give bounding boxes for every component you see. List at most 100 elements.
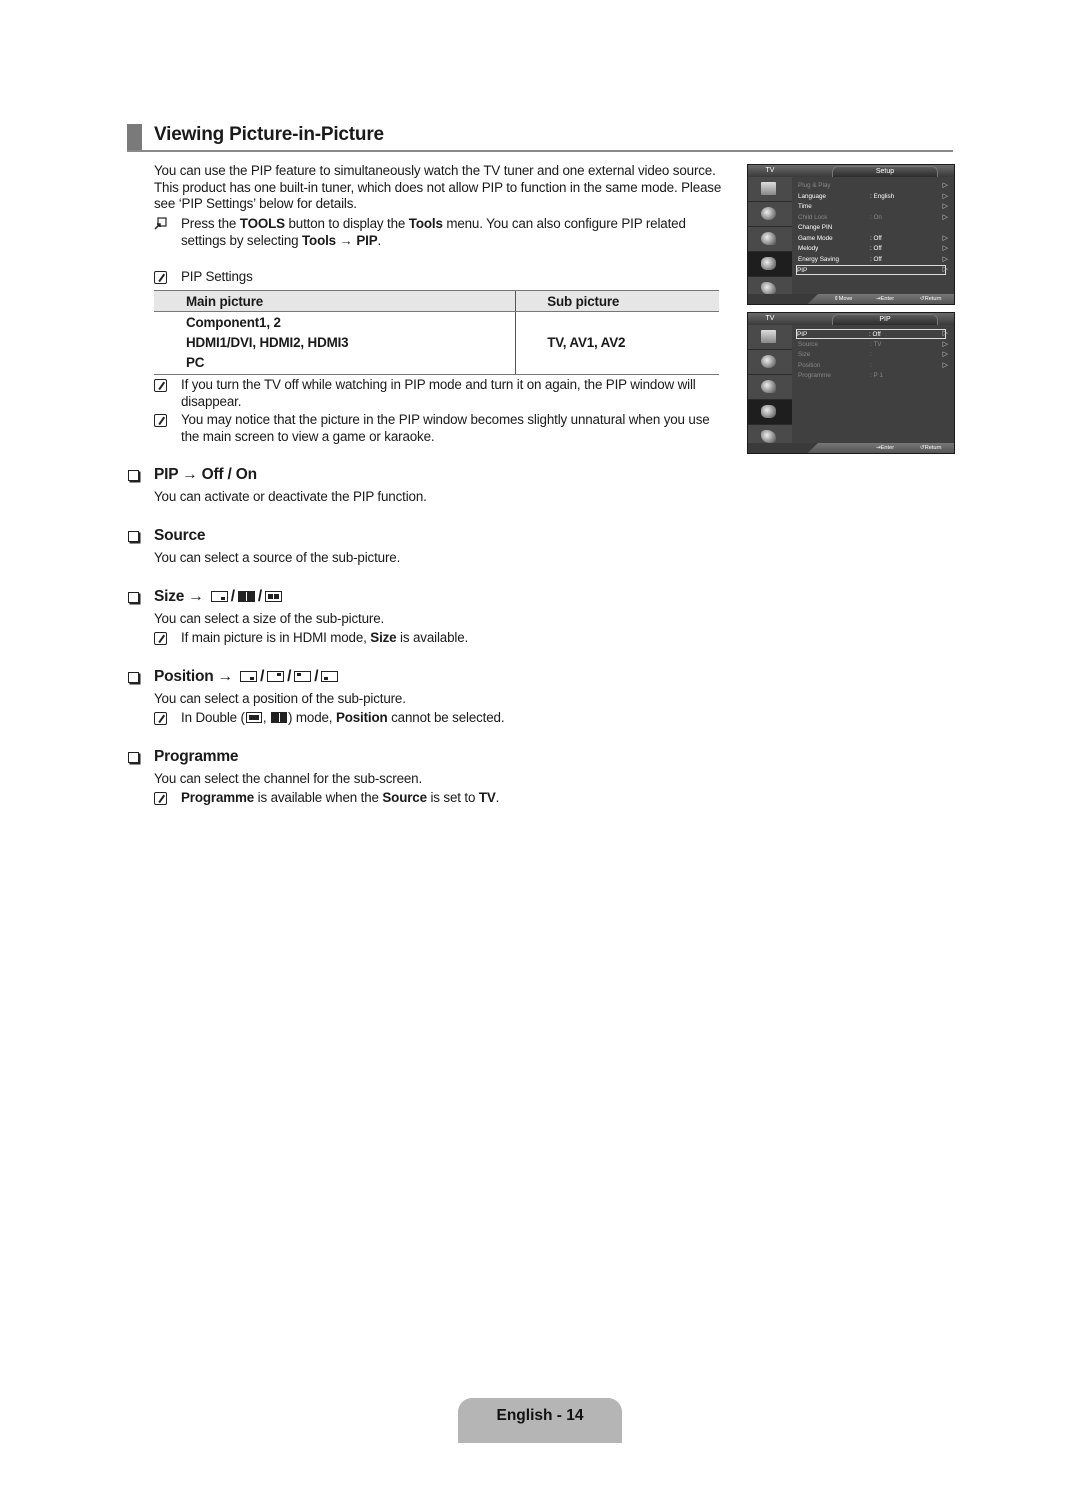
osd-item-label: Change PIN (798, 224, 833, 231)
note-icon (154, 271, 167, 284)
tools-note-text: button to display the (284, 216, 409, 231)
osd-menu-item[interactable]: Plug & Play (798, 181, 948, 191)
osd-arrow-right-icon: ▷ (942, 213, 948, 221)
tools-path-bold: Tools → PIP (302, 232, 378, 248)
osd-menu-item[interactable]: Melody: Off (798, 244, 948, 254)
osd-menu-item[interactable]: PIP: Off (796, 329, 946, 339)
osd-sidebar (748, 325, 792, 443)
note-text-part: In Double ( (181, 710, 245, 725)
position-top-right-icon (267, 671, 285, 682)
position-bottom-right-icon (240, 671, 258, 682)
note-text: In Double (, ) mode, Position cannot be … (181, 710, 505, 725)
main-picture-item: Component1, 2 (186, 315, 281, 330)
osd-source-label: TV (765, 315, 775, 322)
osd-item-label: Plug & Play (798, 182, 831, 189)
table-header-row: Main picture Sub picture (154, 290, 719, 312)
note-bold: Source (382, 790, 427, 805)
osd-item-value: : (870, 351, 872, 358)
note-text: You may notice that the picture in the P… (181, 412, 710, 444)
osd-menu-item[interactable]: Time (798, 202, 948, 212)
osd-item-label: Size (798, 351, 811, 358)
section-title: Viewing Picture-in-Picture (154, 124, 384, 145)
osd-menu-item[interactable]: Game Mode : Off (798, 234, 948, 244)
osd-arrow-right-icon: ▷ (942, 340, 948, 348)
section-heading: Position → / / / (154, 667, 341, 686)
osd-return-hint: ↺ Return (920, 445, 942, 451)
osd-arrow-right-icon: ▷ (942, 245, 948, 252)
position-bottom-left-icon (321, 671, 339, 682)
checkbox-bullet-icon (128, 592, 139, 603)
tools-bold: TOOLS (239, 216, 285, 231)
tools-note-text: Press the (181, 216, 240, 231)
sub-picture-cell: TV, AV1, AV2 (515, 311, 719, 375)
osd-menu-item[interactable]: PIP (796, 265, 946, 275)
size-small-icon (210, 591, 228, 602)
osd-setup-icon[interactable] (748, 400, 792, 425)
osd-item-value: : P 1 (870, 372, 883, 379)
osd-item-value: : Off (870, 255, 882, 263)
osd-tab-title: PIP (832, 314, 938, 325)
section-desc: You can select the channel for the sub-s… (154, 771, 423, 786)
osd-return-label: Return (924, 296, 942, 302)
osd-arrow-right-icon: ▷ (942, 192, 948, 200)
size-heading-label: Size → (154, 588, 204, 605)
table-header-sub: Sub picture (515, 290, 719, 312)
section-desc: You can select a source of the sub-pictu… (154, 550, 401, 565)
osd-menu-item[interactable]: Change PIN (798, 223, 948, 233)
osd-item-value: : Off (869, 331, 881, 338)
osd-footer: ⇕ Move ⇥ Enter ↺ Return (748, 294, 954, 304)
main-picture-item: HDMI1/DVI, HDMI2, HDMI3 (186, 335, 349, 350)
osd-item-label: Game Mode (798, 234, 833, 242)
osd-item-label: Melody (798, 245, 819, 252)
osd-menu-item[interactable]: Programme: P 1 (798, 371, 948, 381)
note-text: Programme is available when the Source i… (181, 790, 499, 805)
osd-item-label: Energy Saving (798, 255, 839, 263)
osd-arrow-right-icon: ▷ (942, 266, 948, 273)
osd-sound-icon[interactable] (748, 350, 792, 375)
osd-sound-icon[interactable] (748, 202, 792, 227)
osd-channel-icon[interactable] (748, 375, 792, 400)
note-icon (154, 792, 167, 805)
osd-menu-item[interactable]: Position: (798, 361, 948, 371)
note-icon (154, 712, 167, 725)
pip-settings-label: PIP Settings (181, 269, 253, 284)
osd-picture-icon[interactable] (748, 177, 792, 202)
osd-item-label: Position (798, 361, 821, 369)
osd-item-label: Time (798, 203, 812, 210)
osd-item-label: Source (798, 340, 818, 348)
osd-enter-label: Enter (880, 296, 895, 302)
osd-menu-item[interactable]: Size: (798, 350, 948, 360)
osd-arrow-right-icon: ▷ (942, 330, 948, 337)
osd-enter-hint: ⇥ Enter (876, 445, 895, 451)
osd-menu-item[interactable]: Energy Saving : Off (798, 255, 948, 265)
tools-note-text: . (377, 232, 382, 248)
osd-menu-item[interactable]: Source : TV (798, 340, 948, 350)
osd-picture-icon[interactable] (748, 325, 792, 350)
section-title-bar: Viewing Picture-in-Picture (127, 123, 953, 152)
osd-menu-item[interactable]: Language: English (798, 192, 948, 202)
table-header-main: Main picture (154, 290, 516, 312)
osd-channel-icon[interactable] (748, 227, 792, 252)
note-text-part: , (262, 710, 271, 725)
osd-item-label: Language (798, 192, 827, 200)
section-heading: Programme (154, 748, 239, 765)
note-bold: Programme (181, 790, 255, 805)
osd-menu-item[interactable]: Child Lock : On (798, 213, 948, 223)
note-bold: Size (370, 630, 397, 645)
note-text-part: is set to (426, 790, 479, 805)
main-picture-cell: Component1, 2 HDMI1/DVI, HDMI2, HDMI3 PC (154, 311, 516, 375)
osd-item-value: : TV (870, 340, 882, 348)
osd-return-label: Return (924, 445, 942, 451)
osd-item-label: PIP (797, 267, 808, 274)
note-text-part: is available when the (254, 790, 383, 805)
osd-item-label: Child Lock (798, 213, 828, 221)
osd-enter-label: Enter (880, 445, 895, 451)
checkbox-bullet-icon (128, 752, 139, 763)
osd-return-hint: ↺ Return (920, 296, 942, 302)
osd-setup-icon[interactable] (748, 252, 792, 277)
main-picture-item: PC (186, 355, 205, 370)
table-row: Component1, 2 HDMI1/DVI, HDMI2, HDMI3 PC… (154, 311, 719, 375)
osd-item-value: : On (870, 213, 882, 221)
osd-item-value: : Off (870, 234, 882, 242)
note-text-part: . (495, 790, 500, 805)
